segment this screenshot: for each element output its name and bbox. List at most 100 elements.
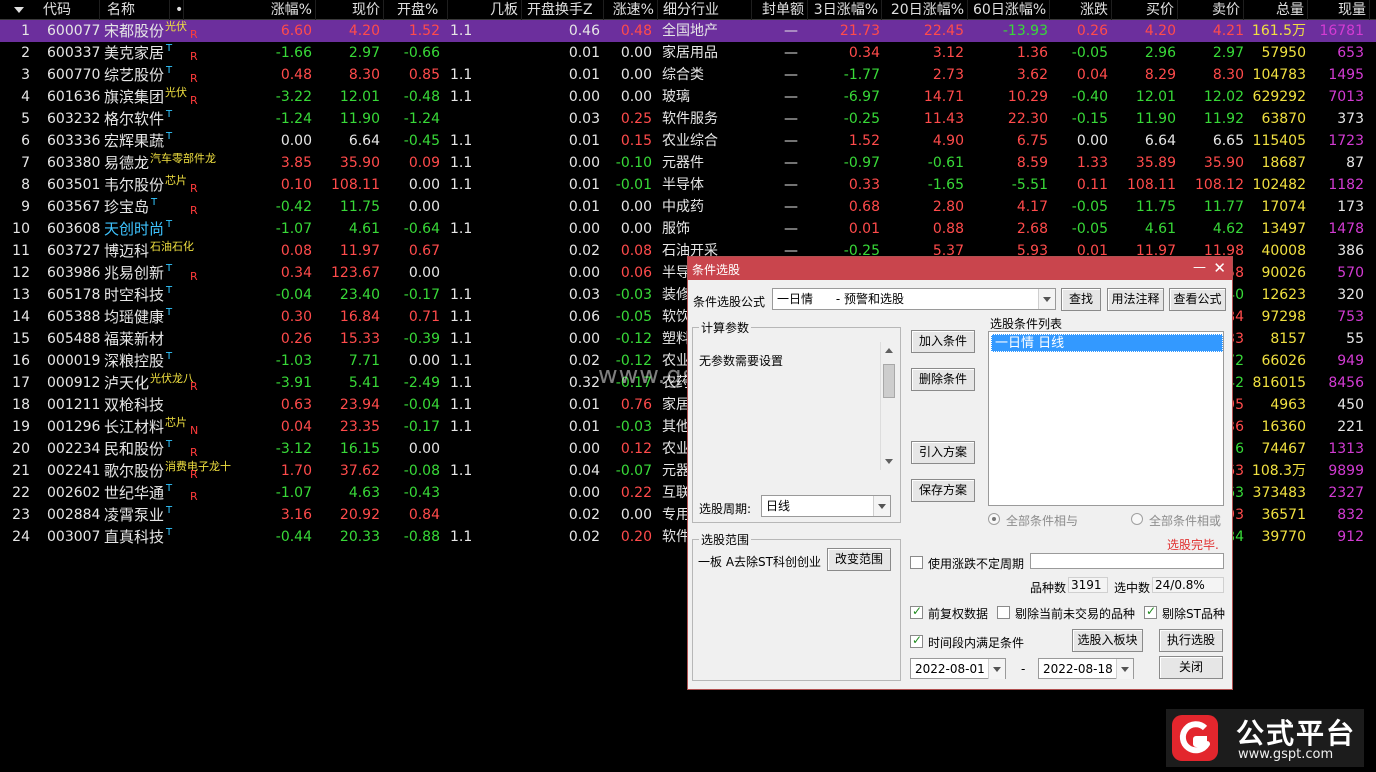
header-chg20[interactable]: 20日涨幅% xyxy=(884,0,968,20)
cell-price: 20.92 xyxy=(339,507,380,523)
close-icon[interactable]: ✕ xyxy=(1213,259,1226,277)
table-row[interactable]: 3 600770 综艺股份 T R 0.48 8.30 0.85 1.1 0.01 0.00 综合类 —… xyxy=(0,64,1376,86)
cell-cur-volume: 753 xyxy=(1337,309,1364,325)
cell-open-pct: 0.85 xyxy=(408,67,440,83)
import-plan-button[interactable]: 引入方案 xyxy=(911,441,975,464)
exclude-untraded-checkbox[interactable] xyxy=(997,606,1010,619)
header-bid[interactable]: 买价 xyxy=(1114,0,1178,20)
header-code[interactable]: 代码 xyxy=(40,0,100,20)
header-open-turnover[interactable]: 开盘换手Z xyxy=(524,0,604,20)
cell-seal: — xyxy=(784,155,798,171)
cell-speed: 0.00 xyxy=(620,199,652,215)
cell-bid: 11.75 xyxy=(1135,199,1176,215)
header-price[interactable]: 现价 xyxy=(318,0,384,20)
cell-chg60: -13.93 xyxy=(1002,23,1048,39)
header-chg60[interactable]: 60日涨幅% xyxy=(970,0,1050,20)
sort-dropdown-icon[interactable] xyxy=(14,7,24,13)
params-scrollbar[interactable] xyxy=(880,342,897,470)
cell-price: 15.33 xyxy=(339,331,380,347)
row-number: 11 xyxy=(12,243,30,259)
cell-open-turnover: 0.00 xyxy=(568,89,600,105)
table-row[interactable]: 5 603232 格尔软件 T -1.24 11.90 -1.24 0.03 0.25 软件服务 —… xyxy=(0,108,1376,130)
execute-select-button[interactable]: 执行选股 xyxy=(1159,629,1223,652)
add-to-block-button[interactable]: 选股入板块 xyxy=(1072,629,1143,652)
cell-change: 1.33 xyxy=(1076,155,1108,171)
table-row[interactable]: 1 600077 宋都股份光伏 R 6.60 4.20 1.52 1.1 0.46 0.48 全国地… xyxy=(0,20,1376,42)
add-condition-button[interactable]: 加入条件 xyxy=(911,330,975,353)
chevron-down-icon[interactable] xyxy=(988,659,1005,679)
prev-adjust-checkbox[interactable] xyxy=(910,604,923,619)
cell-seal: — xyxy=(784,221,798,237)
header-change-pct[interactable]: 涨幅% xyxy=(186,0,316,20)
table-row[interactable]: 8 603501 韦尔股份芯片 R 0.10 108.11 0.00 1.1 0.01 -0.01… xyxy=(0,174,1376,196)
period-select[interactable]: 日线 xyxy=(761,495,891,517)
minimize-icon[interactable]: — xyxy=(1193,260,1206,275)
header-industry[interactable]: 细分行业 xyxy=(660,0,752,20)
save-plan-button[interactable]: 保存方案 xyxy=(911,479,975,502)
period-field[interactable] xyxy=(1030,553,1224,569)
header-seal-amount[interactable]: 封单额 xyxy=(754,0,808,20)
selected-value: 24/0.8% xyxy=(1155,578,1205,592)
stock-name: 均瑶健康 xyxy=(104,308,165,326)
header-change[interactable]: 涨跌 xyxy=(1052,0,1112,20)
cell-volume: 816015 xyxy=(1252,375,1306,391)
table-row[interactable]: 4 601636 旗滨集团光伏 R -3.22 12.01 -0.48 1.1 0.00 0.00… xyxy=(0,86,1376,108)
chevron-down-icon[interactable] xyxy=(1116,659,1133,679)
scroll-up-icon[interactable] xyxy=(885,348,893,353)
radio-all-or[interactable] xyxy=(1131,513,1143,525)
header-chg3[interactable]: 3日涨幅% xyxy=(810,0,882,20)
cell-change: -0.05 xyxy=(1071,199,1108,215)
chevron-down-icon[interactable] xyxy=(873,496,890,516)
header-volume[interactable]: 总量 xyxy=(1246,0,1308,20)
table-row[interactable]: 7 603380 易德龙汽车零部件龙 3.85 35.90 0.09 1.1 0.00 -0.1… xyxy=(0,152,1376,174)
cell-open-pct: -0.88 xyxy=(403,529,440,545)
header-name[interactable]: 名称 xyxy=(104,0,170,20)
cell-change-pct: 0.30 xyxy=(280,309,312,325)
sort-menu[interactable] xyxy=(0,0,40,20)
cell-price: 2.97 xyxy=(348,45,380,61)
exclude-st-checkbox[interactable] xyxy=(1144,604,1157,619)
cell-speed: 0.00 xyxy=(620,89,652,105)
date-from-picker[interactable]: 2022-08-01 xyxy=(910,658,1006,679)
delete-condition-button[interactable]: 删除条件 xyxy=(911,368,975,391)
chevron-down-icon[interactable] xyxy=(1038,289,1055,309)
scroll-down-icon[interactable] xyxy=(885,459,893,464)
cell-open-turnover: 0.46 xyxy=(568,23,600,39)
condition-list[interactable]: 一日情 日线 xyxy=(988,331,1224,506)
view-formula-button[interactable]: 查看公式 xyxy=(1169,288,1226,311)
cell-cur-volume: 55 xyxy=(1346,331,1364,347)
date-to-picker[interactable]: 2022-08-18 xyxy=(1038,658,1134,679)
table-row[interactable]: 9 603567 珍宝岛 T R -0.42 11.75 0.00 0.01 0.00 中成药 —0.… xyxy=(0,196,1376,218)
cell-cur-volume: 1478 xyxy=(1328,221,1364,237)
find-button[interactable]: 查找 xyxy=(1061,288,1101,311)
cell-volume: 90026 xyxy=(1261,265,1306,281)
cell-open-turnover: 0.01 xyxy=(568,67,600,83)
cell-open-turnover: 0.06 xyxy=(568,309,600,325)
cell-chg60: 8.59 xyxy=(1016,155,1048,171)
header-ask[interactable]: 卖价 xyxy=(1180,0,1244,20)
row-number: 5 xyxy=(21,111,30,127)
table-row[interactable]: 6 603336 宏辉果蔬 T 0.00 6.64 -0.45 1.1 0.01 0.15 农业综合… xyxy=(0,130,1376,152)
condition-list-item[interactable]: 一日情 日线 xyxy=(991,334,1223,352)
trade-flag: T xyxy=(166,65,173,76)
cell-open-turnover: 0.00 xyxy=(568,265,600,281)
dialog-title-bar[interactable]: 条件选股 — ✕ xyxy=(688,257,1232,280)
time-range-checkbox[interactable] xyxy=(910,633,923,648)
use-period-checkbox[interactable] xyxy=(910,556,923,569)
table-row[interactable]: 2 600337 美克家居 T R -1.66 2.97 -0.66 0.01 0.00 家居用品 —… xyxy=(0,42,1376,64)
close-button[interactable]: 关闭 xyxy=(1159,656,1223,679)
formula-select[interactable]: 一日情 - 预警和选股 xyxy=(772,288,1056,310)
trade-flag: T xyxy=(166,131,173,142)
radio-all-and[interactable] xyxy=(988,513,1000,525)
header-boards[interactable]: 几板 xyxy=(450,0,522,20)
table-row[interactable]: 10 603608 天创时尚 T -1.07 4.61 -0.64 1.1 0.00 0.00 服饰… xyxy=(0,218,1376,240)
header-speed[interactable]: 涨速% xyxy=(606,0,658,20)
cell-speed: 0.48 xyxy=(620,23,652,39)
header-cur-volume[interactable]: 现量 xyxy=(1310,0,1370,20)
change-range-button[interactable]: 改变范围 xyxy=(827,548,891,571)
cell-cur-volume: 2327 xyxy=(1328,485,1364,501)
stock-name: 宋都股份 xyxy=(104,22,165,40)
usage-notes-button[interactable]: 用法注释 xyxy=(1107,288,1164,311)
scroll-thumb[interactable] xyxy=(883,364,895,398)
header-open-pct[interactable]: 开盘% xyxy=(394,0,448,20)
